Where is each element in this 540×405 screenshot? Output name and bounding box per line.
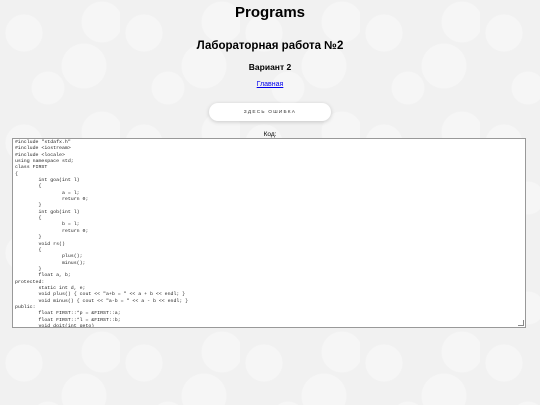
error-button-wrap: ЗДЕСЬ ОШИБКА [0, 100, 540, 121]
error-button[interactable]: ЗДЕСЬ ОШИБКА [209, 103, 331, 121]
code-textarea[interactable]: #include "stdafx.h" #include <iostream> … [12, 138, 526, 328]
home-link[interactable]: Главная [257, 80, 284, 90]
site-title: Programs [234, 4, 306, 21]
resize-handle-icon[interactable] [518, 320, 524, 326]
code-label: Код: [263, 131, 277, 138]
page-title: Лабораторная работа №2 [196, 40, 344, 52]
page: Programs Лабораторная работа №2 Вариант … [0, 0, 540, 139]
variant-heading: Вариант 2 [248, 62, 292, 72]
code-content[interactable]: #include "stdafx.h" #include <iostream> … [13, 139, 525, 327]
